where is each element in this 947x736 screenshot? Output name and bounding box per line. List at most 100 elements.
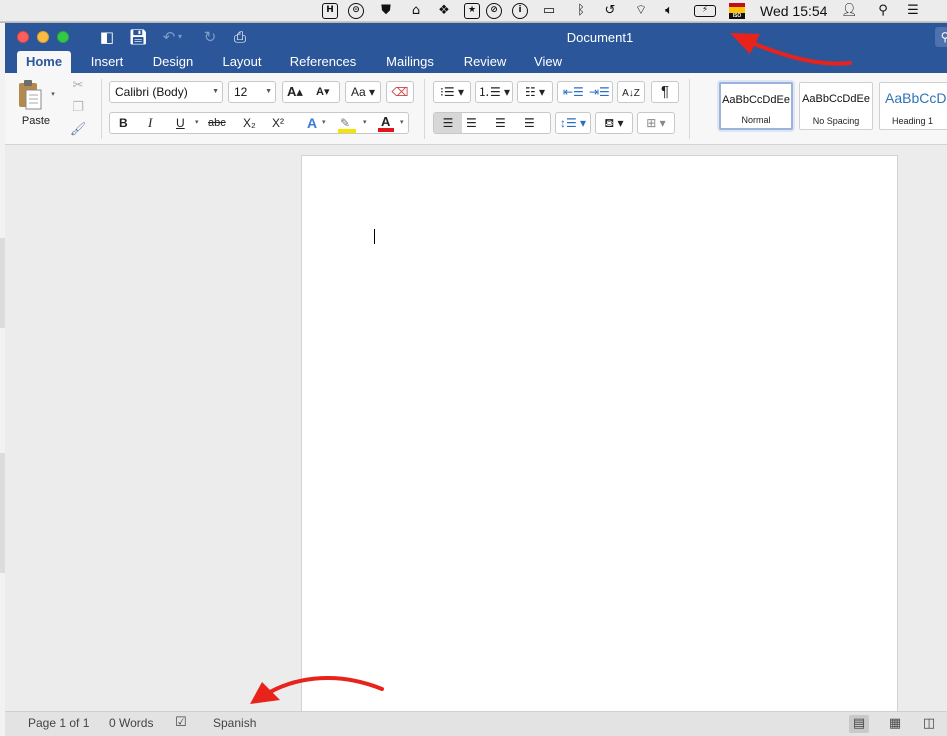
sync-icon[interactable]: ⊝ bbox=[348, 3, 364, 19]
style-normal[interactable]: AaBbCcDdEe Normal bbox=[719, 82, 793, 130]
search-document-icon[interactable]: ⚲ bbox=[935, 27, 947, 47]
bank-icon[interactable]: ⌂ bbox=[408, 3, 424, 19]
line-spacing-button[interactable]: ↕☰ ▾ bbox=[555, 112, 591, 134]
strikethrough-button[interactable]: abc bbox=[208, 113, 226, 133]
font-color-icon[interactable]: A bbox=[378, 112, 394, 132]
wifi-icon[interactable]: ⌔ bbox=[631, 3, 651, 19]
shading-button[interactable]: ⛾ ▾ bbox=[595, 112, 633, 134]
list-icon[interactable]: ☰ bbox=[905, 3, 921, 19]
ribbon-tabs: Home Insert Design Layout References Mai… bbox=[5, 51, 947, 73]
style-no-spacing[interactable]: AaBbCcDdEe No Spacing bbox=[799, 82, 873, 130]
volume-icon[interactable]: 🔈︎ bbox=[661, 3, 677, 19]
paste-label[interactable]: Paste bbox=[11, 115, 61, 127]
style-heading-1[interactable]: AaBbCcDc Heading 1 bbox=[879, 82, 947, 130]
battery-icon[interactable]: ⚡ bbox=[694, 5, 716, 17]
superscript-button[interactable]: X² bbox=[272, 113, 284, 133]
font-size-select[interactable]: 12 ▼ bbox=[228, 81, 276, 103]
chevron-down-icon[interactable]: ▾ bbox=[322, 113, 326, 133]
sidebar-toggle-icon[interactable]: ◧ bbox=[97, 27, 117, 47]
bullets-button[interactable]: ⁝☰ ▾ bbox=[433, 81, 471, 103]
page-count[interactable]: Page 1 of 1 bbox=[28, 716, 89, 730]
highlight-icon[interactable]: ✎ bbox=[338, 116, 356, 133]
close-window-button[interactable] bbox=[17, 31, 29, 43]
word-count[interactable]: 0 Words bbox=[109, 716, 153, 730]
blocked-icon[interactable]: ⊘ bbox=[486, 3, 502, 19]
align-left-icon: ☰ bbox=[442, 116, 454, 130]
web-layout-view-icon[interactable]: ▦ bbox=[885, 715, 905, 733]
numbering-button[interactable]: ⒈☰ ▾ bbox=[475, 81, 513, 103]
save-icon[interactable]: 💾︎ bbox=[128, 27, 148, 47]
language-indicator[interactable]: Spanish bbox=[213, 716, 256, 730]
time-machine-icon[interactable]: ↺ bbox=[602, 3, 618, 19]
paste-dropdown-icon[interactable]: ▾ bbox=[49, 85, 57, 105]
home-ribbon: ▾ Paste ✂ ❐ 🖌︎ Calibri (Body) ▼ 12 ▼ A▴ … bbox=[5, 73, 947, 145]
tab-view[interactable]: View bbox=[527, 51, 569, 73]
focus-view-icon[interactable]: ◫ bbox=[919, 715, 939, 733]
text-effects-icon[interactable]: A bbox=[307, 113, 317, 133]
multilevel-list-button[interactable]: ☷ ▾ bbox=[517, 81, 553, 103]
font-name-select[interactable]: Calibri (Body) ▼ bbox=[109, 81, 223, 103]
tab-review[interactable]: Review bbox=[457, 51, 513, 73]
indent-buttons: ⇤☰ ⇥☰ bbox=[557, 81, 613, 103]
h-app-icon[interactable]: H bbox=[322, 3, 338, 19]
grow-font-icon[interactable]: A▴ bbox=[287, 82, 303, 102]
cut-icon[interactable]: ✂ bbox=[69, 76, 87, 96]
user-icon[interactable]: 👤︎ bbox=[841, 3, 858, 19]
info-icon[interactable]: i bbox=[512, 3, 528, 19]
bookmark-icon[interactable]: ★ bbox=[464, 3, 480, 19]
align-left-button[interactable]: ☰ bbox=[434, 113, 462, 133]
subscript-button[interactable]: X₂ bbox=[243, 113, 256, 133]
borders-button[interactable]: ⊞ ▾ bbox=[637, 112, 675, 134]
italic-button[interactable]: I bbox=[148, 113, 152, 133]
tab-mailings[interactable]: Mailings bbox=[379, 51, 441, 73]
tab-design[interactable]: Design bbox=[145, 51, 201, 73]
bullet-list-icon: ⁝☰ ▾ bbox=[440, 85, 464, 99]
pilcrow-icon: ¶ bbox=[660, 83, 670, 100]
font-name-value: Calibri (Body) bbox=[115, 85, 188, 99]
shield-icon[interactable]: ⛊ bbox=[378, 3, 394, 19]
word-window: ◧ 💾︎ ↶ ▾ ↻ ⎙ Document1 ⚲ Home Insert Des… bbox=[5, 23, 947, 736]
multilevel-list-icon: ☷ ▾ bbox=[524, 85, 546, 99]
style-sample: AaBbCcDdEe bbox=[722, 94, 790, 106]
proofing-icon[interactable]: ☑ bbox=[175, 715, 187, 730]
undo-dropdown-icon[interactable]: ▾ bbox=[175, 27, 185, 47]
print-icon[interactable]: ⎙ bbox=[230, 27, 250, 47]
underline-button[interactable]: U bbox=[176, 113, 185, 133]
copy-icon[interactable]: ❐ bbox=[69, 98, 87, 118]
minimize-window-button[interactable] bbox=[37, 31, 49, 43]
clear-formatting-button[interactable]: ⌫ bbox=[386, 81, 414, 103]
decrease-indent-icon[interactable]: ⇤☰ bbox=[563, 82, 584, 102]
spanish-flag-icon[interactable]: ISO bbox=[729, 3, 745, 19]
menu-bar-clock[interactable]: Wed 15:54 bbox=[760, 3, 827, 19]
font-format-group: B I U ▾ abc X₂ X² A ▾ ✎ ▾ A ▾ bbox=[109, 112, 409, 134]
align-center-icon[interactable]: ☰ bbox=[466, 113, 477, 133]
tab-references[interactable]: References bbox=[285, 51, 361, 73]
sort-icon: A↓Z bbox=[622, 88, 640, 99]
airplay-icon[interactable]: ▭ bbox=[541, 3, 557, 19]
align-right-icon[interactable]: ☰ bbox=[495, 113, 506, 133]
document-page[interactable] bbox=[301, 155, 898, 715]
chevron-down-icon[interactable]: ▾ bbox=[400, 113, 404, 133]
show-formatting-button[interactable]: ¶ bbox=[651, 81, 679, 103]
maximize-window-button[interactable] bbox=[57, 31, 69, 43]
increase-indent-icon[interactable]: ⇥☰ bbox=[589, 82, 610, 102]
bluetooth-icon[interactable]: ᛒ bbox=[573, 3, 589, 19]
justify-icon[interactable]: ☰ bbox=[524, 113, 535, 133]
redo-icon[interactable]: ↻ bbox=[200, 27, 220, 47]
paste-icon[interactable] bbox=[17, 79, 43, 111]
bold-button[interactable]: B bbox=[119, 113, 128, 133]
chevron-down-icon[interactable]: ▾ bbox=[363, 113, 367, 133]
dropbox-icon[interactable]: ❖ bbox=[436, 3, 452, 19]
change-case-button[interactable]: Aa ▾ bbox=[345, 81, 381, 103]
document-title: Document1 bbox=[566, 30, 634, 45]
chevron-down-icon[interactable]: ▾ bbox=[195, 113, 199, 133]
tab-insert[interactable]: Insert bbox=[83, 51, 131, 73]
style-sample: AaBbCcDc bbox=[885, 90, 947, 106]
sort-button[interactable]: A↓Z bbox=[617, 81, 645, 103]
format-painter-icon[interactable]: 🖌︎ bbox=[69, 120, 87, 140]
search-icon[interactable]: ⚲ bbox=[875, 3, 891, 19]
print-layout-view-icon[interactable]: ▤ bbox=[849, 715, 869, 733]
tab-layout[interactable]: Layout bbox=[213, 51, 271, 73]
tab-home[interactable]: Home bbox=[17, 51, 71, 73]
shrink-font-icon[interactable]: A▾ bbox=[316, 82, 329, 102]
